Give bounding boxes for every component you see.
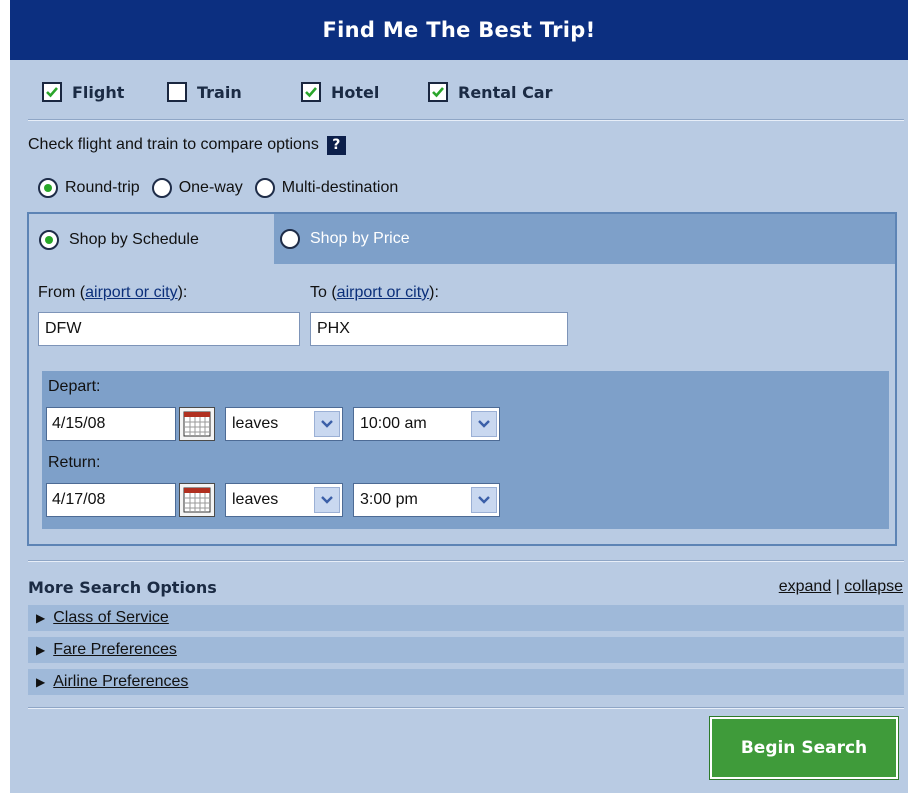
triangle-right-icon: ▶ — [36, 643, 46, 657]
to-label: To (airport or city): — [310, 284, 439, 302]
tab-shop-by-price-label: Shop by Price — [310, 230, 410, 247]
radio-selected-dot — [44, 184, 52, 192]
radio-multi-destination-label: Multi-destination — [281, 179, 399, 196]
checkmark-icon — [305, 87, 317, 98]
return-time-select[interactable]: 3:00 pm — [353, 483, 500, 517]
radio-round-trip[interactable] — [38, 178, 58, 198]
checkbox-flight-box[interactable] — [42, 82, 62, 102]
expand-collapse-links: expand | collapse — [779, 578, 903, 596]
option-class-of-service-link[interactable]: Class of Service — [53, 609, 169, 627]
depart-date-value: 4/15/08 — [52, 415, 106, 432]
checkbox-rental-car-label: Rental Car — [458, 82, 553, 102]
radio-shop-by-schedule[interactable] — [39, 230, 59, 250]
return-label: Return: — [48, 454, 101, 471]
collapse-link[interactable]: collapse — [844, 578, 903, 595]
from-label-prefix: From ( — [38, 284, 86, 301]
search-box: Shop by Schedule Shop by Price From (air… — [27, 212, 897, 546]
depart-mode-select[interactable]: leaves — [225, 407, 343, 441]
divider — [28, 119, 904, 121]
from-label-suffix: ): — [177, 284, 188, 301]
return-mode-value: leaves — [232, 491, 279, 508]
checkbox-flight-label: Flight — [72, 82, 125, 102]
radio-multi-destination[interactable] — [254, 178, 275, 198]
triangle-right-icon: ▶ — [36, 675, 46, 689]
divider — [28, 560, 904, 562]
chevron-down-icon[interactable] — [471, 487, 497, 513]
to-input[interactable]: PHX — [310, 312, 568, 346]
checkbox-train-label: Train — [197, 82, 242, 102]
depart-label: Depart: — [48, 378, 101, 395]
return-time-value: 3:00 pm — [360, 491, 418, 508]
calendar-grid-icon — [183, 411, 211, 437]
option-fare-preferences[interactable]: ▶ Fare Preferences — [28, 637, 904, 663]
to-label-prefix: To ( — [310, 284, 337, 301]
option-airline-preferences[interactable]: ▶ Airline Preferences — [28, 669, 904, 695]
radio-selected-dot — [45, 236, 53, 244]
checkbox-rental-car[interactable]: Rental Car — [428, 77, 553, 107]
radio-one-way[interactable] — [151, 178, 172, 198]
from-label: From (airport or city): — [38, 284, 187, 302]
option-class-of-service[interactable]: ▶ Class of Service — [28, 605, 904, 631]
to-label-suffix: ): — [429, 284, 439, 301]
chevron-down-icon[interactable] — [471, 411, 497, 437]
checkmark-icon — [432, 87, 444, 98]
link-separator: | — [835, 578, 840, 595]
calendar-icon[interactable] — [179, 483, 215, 517]
date-section: Depart: 4/15/08 leaves 10:00 am Return: … — [42, 371, 889, 529]
depart-time-select[interactable]: 10:00 am — [353, 407, 500, 441]
divider — [28, 707, 904, 709]
chevron-down-icon[interactable] — [314, 411, 340, 437]
calendar-grid-icon — [183, 487, 211, 513]
chevron-down-icon[interactable] — [314, 487, 340, 513]
checkbox-train[interactable]: Train — [167, 77, 242, 107]
begin-search-button[interactable]: Begin Search — [709, 716, 899, 780]
from-input[interactable]: DFW — [38, 312, 300, 346]
checkbox-train-box[interactable] — [167, 82, 187, 102]
expand-link[interactable]: expand — [779, 578, 832, 595]
tab-shop-by-price[interactable]: Shop by Price — [280, 214, 410, 264]
triangle-right-icon: ▶ — [36, 611, 46, 625]
depart-time-value: 10:00 am — [360, 415, 427, 432]
help-icon[interactable]: ? — [326, 135, 346, 155]
option-airline-preferences-link[interactable]: Airline Preferences — [53, 673, 188, 691]
return-mode-select[interactable]: leaves — [225, 483, 343, 517]
trip-search-panel: Find Me The Best Trip! Flight Train Hote… — [10, 0, 908, 793]
checkbox-hotel-label: Hotel — [331, 82, 380, 102]
return-date-value: 4/17/08 — [52, 491, 106, 508]
radio-round-trip-label: Round-trip — [65, 179, 140, 196]
compare-hint: Check flight and train to compare option… — [28, 133, 346, 157]
return-date-input[interactable]: 4/17/08 — [46, 483, 176, 517]
tab-shop-by-schedule-label: Shop by Schedule — [69, 231, 199, 248]
from-airport-link[interactable]: airport or city — [85, 284, 177, 301]
compare-text: Check flight and train to compare option… — [28, 136, 319, 153]
checkbox-hotel-box[interactable] — [301, 82, 321, 102]
checkbox-rental-car-box[interactable] — [428, 82, 448, 102]
trip-type-group: Round-trip One-way Multi-destination — [38, 176, 398, 200]
checkbox-flight[interactable]: Flight — [42, 77, 124, 107]
checkmark-icon — [46, 87, 58, 98]
checkbox-hotel[interactable]: Hotel — [301, 77, 379, 107]
calendar-icon[interactable] — [179, 407, 215, 441]
depart-mode-value: leaves — [232, 415, 279, 432]
to-airport-link[interactable]: airport or city — [337, 284, 429, 301]
depart-date-input[interactable]: 4/15/08 — [46, 407, 176, 441]
radio-shop-by-price[interactable] — [280, 229, 300, 249]
tab-shop-by-schedule[interactable]: Shop by Schedule — [29, 214, 274, 266]
radio-one-way-label: One-way — [178, 179, 243, 196]
option-fare-preferences-link[interactable]: Fare Preferences — [53, 641, 177, 659]
page-title: Find Me The Best Trip! — [10, 0, 908, 60]
more-options-title: More Search Options — [28, 578, 217, 597]
